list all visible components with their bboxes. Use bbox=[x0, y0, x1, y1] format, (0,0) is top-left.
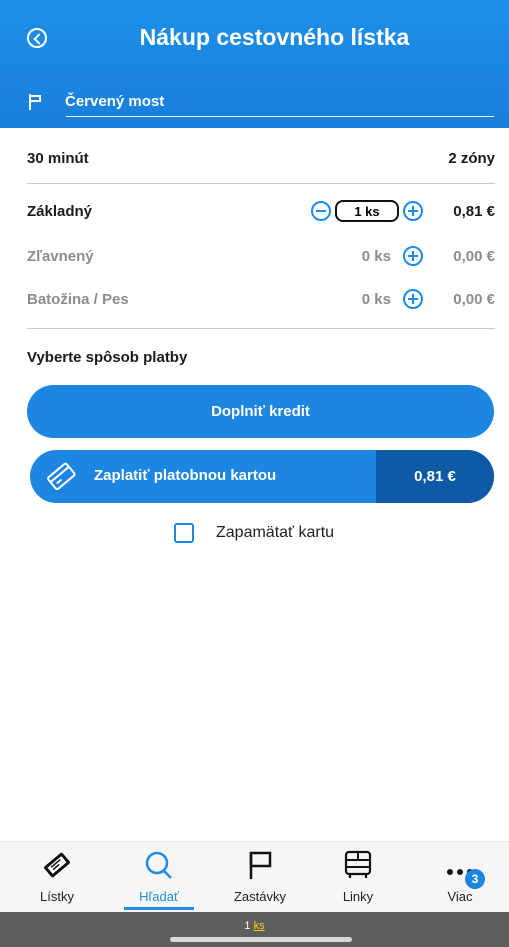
remember-card-label: Zapamätať kartu bbox=[216, 524, 335, 541]
remember-card-checkbox[interactable] bbox=[174, 523, 194, 543]
payment-heading-row: Vyberte spôsob platby bbox=[27, 349, 495, 366]
tab-hladat[interactable]: Hľadať bbox=[114, 842, 204, 913]
tab-label: Zastávky bbox=[233, 889, 286, 904]
search-icon bbox=[145, 851, 172, 879]
quantity-field[interactable]: 1 ks bbox=[335, 200, 399, 222]
back-icon[interactable] bbox=[27, 28, 47, 48]
tab-viac[interactable]: 3 Viac bbox=[415, 842, 505, 913]
fare-row-zakladny: Základný 1 ks 0,81 € bbox=[27, 200, 495, 222]
pay-amount: 0,81 € bbox=[376, 450, 494, 503]
top-up-credit-button[interactable]: Doplniť kredit bbox=[27, 385, 494, 438]
minus-icon[interactable] bbox=[311, 201, 331, 221]
pay-by-card-label: Zaplatiť platobnou kartou bbox=[94, 467, 277, 484]
fare-label: Zľavnený bbox=[27, 247, 94, 265]
divider bbox=[27, 183, 495, 184]
stop-underline bbox=[66, 116, 494, 117]
pay-by-card-button[interactable]: Zaplatiť platobnou kartou 0,81 € bbox=[30, 450, 494, 503]
stop-selector[interactable]: Červený most bbox=[29, 93, 164, 110]
tab-label: Viac bbox=[447, 889, 473, 904]
tab-label: Linky bbox=[342, 889, 374, 904]
active-tab-indicator bbox=[124, 907, 194, 910]
notification-badge: 3 bbox=[465, 869, 485, 889]
credit-card-icon bbox=[47, 462, 76, 490]
tab-listky[interactable]: Lístky bbox=[12, 842, 102, 913]
fare-label: Batožina / Pes bbox=[27, 290, 129, 308]
tab-label: Hľadať bbox=[139, 889, 179, 904]
plus-icon[interactable] bbox=[403, 246, 423, 266]
bottom-bar: 1 ks bbox=[0, 912, 509, 947]
tab-linky[interactable]: Linky bbox=[313, 842, 403, 913]
plus-icon[interactable] bbox=[403, 289, 423, 309]
tab-label: Lístky bbox=[40, 889, 74, 904]
pay-amount-value: 0,81 € bbox=[414, 468, 456, 485]
fare-price: 0,00 € bbox=[453, 247, 495, 265]
cart-count: 1 bbox=[244, 920, 251, 932]
top-up-credit-label: Doplniť kredit bbox=[211, 403, 310, 420]
fare-price: 0,00 € bbox=[453, 290, 495, 308]
quantity-value: 0 ks bbox=[361, 290, 391, 308]
fare-row-zlavneny: Zľavnený 0 ks 0,00 € bbox=[27, 245, 495, 267]
page-title: Nákup cestovného lístka bbox=[139, 24, 410, 50]
home-indicator[interactable] bbox=[170, 937, 352, 942]
bus-icon bbox=[344, 850, 372, 878]
cart-summary: 1 ks bbox=[0, 920, 509, 932]
flag-icon bbox=[249, 851, 272, 879]
header: Nákup cestovného lístka Červený most bbox=[0, 0, 509, 128]
ticket-icon bbox=[44, 852, 70, 878]
ticket-info-row: 30 minút 2 zóny bbox=[27, 150, 495, 167]
divider bbox=[27, 328, 495, 329]
payment-heading: Vyberte spôsob platby bbox=[27, 349, 188, 366]
cart-unit[interactable]: ks bbox=[254, 920, 265, 932]
fare-label: Základný bbox=[27, 202, 93, 220]
ticket-zones: 2 zóny bbox=[448, 150, 495, 167]
remember-card-option[interactable]: Zapamätať kartu bbox=[174, 523, 334, 543]
tab-zastavky[interactable]: Zastávky bbox=[215, 842, 305, 913]
stop-name: Červený most bbox=[65, 93, 165, 110]
quantity-value: 0 ks bbox=[361, 247, 391, 265]
fare-row-batozina: Batožina / Pes 0 ks 0,00 € bbox=[27, 288, 495, 310]
plus-icon[interactable] bbox=[403, 201, 423, 221]
ticket-duration: 30 minút bbox=[27, 150, 89, 167]
tab-bar: Lístky Hľadať Zastávky Linky 3 Viac bbox=[0, 841, 509, 913]
flag-icon bbox=[29, 93, 43, 110]
fare-price: 0,81 € bbox=[453, 202, 495, 220]
